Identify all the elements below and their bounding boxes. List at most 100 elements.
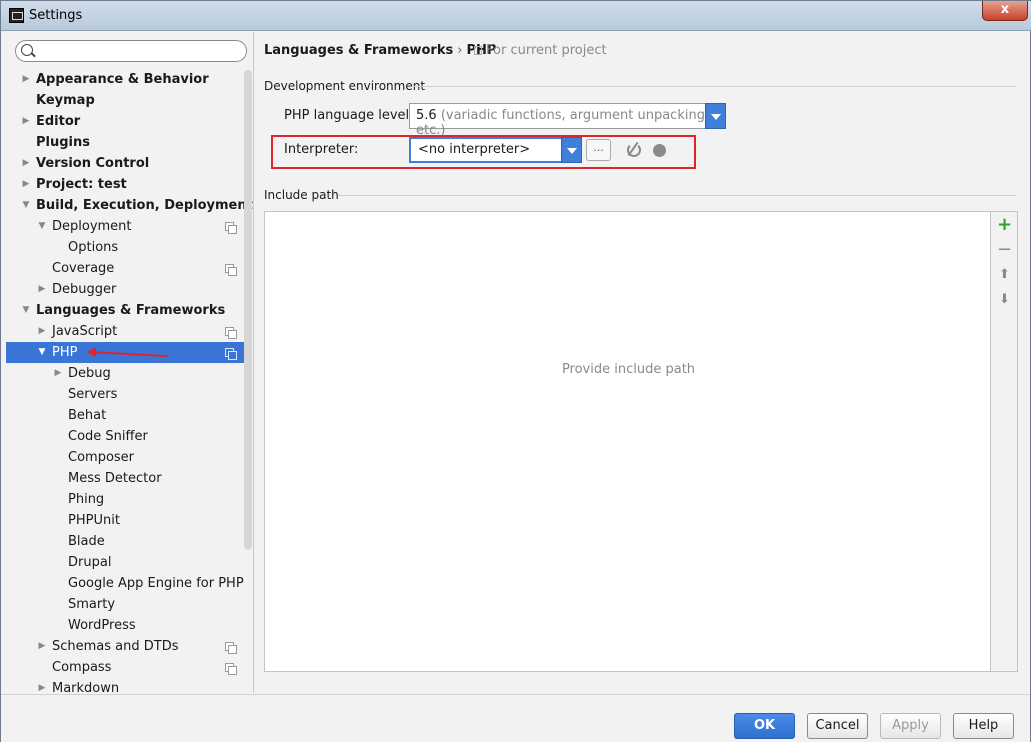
title-bar: Settings x (1, 1, 1031, 31)
apply-button[interactable]: Apply (880, 713, 941, 739)
remove-icon[interactable]: − (991, 239, 1018, 261)
red-pointer-arrow-icon (89, 351, 168, 358)
expand-down-icon[interactable]: ▼ (20, 195, 32, 216)
sidebar-item-label: Servers (68, 387, 118, 402)
interpreter-select[interactable]: <no interpreter> (409, 137, 582, 163)
expand-down-icon[interactable]: ▼ (20, 300, 32, 321)
interpreter-value: <no interpreter> (418, 142, 531, 157)
sidebar-item-servers[interactable]: Servers (6, 384, 244, 405)
project-scope-icon (225, 222, 237, 234)
sidebar-item-version-control[interactable]: ▶ Version Control (6, 153, 244, 174)
settings-tree: ▶ Appearance & Behavior Keymap ▶ Editor Plugi… (6, 69, 253, 693)
sidebar-item-label: Project: test (36, 177, 127, 192)
search-box[interactable] (15, 40, 247, 62)
sidebar-item-label: Coverage (52, 261, 115, 276)
sidebar-item-label: Appearance & Behavior (36, 72, 209, 87)
project-scope-icon (474, 46, 482, 55)
include-path-empty-text: Provide include path (561, 362, 696, 377)
sidebar-item-label: Composer (68, 450, 135, 465)
include-path-list[interactable]: Provide include path (264, 211, 991, 672)
dialog-footer: OK Cancel Apply Help (1, 694, 1030, 742)
app-icon (9, 8, 24, 23)
sidebar-item-behat[interactable]: Behat (6, 405, 244, 426)
sidebar-item-markdown[interactable]: ▶ Markdown (6, 678, 244, 693)
sidebar-item-appearance-behavior[interactable]: ▶ Appearance & Behavior (6, 69, 244, 90)
sidebar-item-mess-detector[interactable]: Mess Detector (6, 468, 244, 489)
sidebar-item-code-sniffer[interactable]: Code Sniffer (6, 426, 244, 447)
sidebar-item-label: Markdown (52, 681, 120, 693)
sidebar-item-debugger[interactable]: ▶ Debugger (6, 279, 244, 300)
sidebar-item-schemas-and-dtds[interactable]: ▶ Schemas and DTDs (6, 636, 244, 657)
sidebar-item-editor[interactable]: ▶ Editor (6, 111, 244, 132)
sidebar-item-phpunit[interactable]: PHPUnit (6, 510, 244, 531)
sidebar-item-phing[interactable]: Phing (6, 489, 244, 510)
sidebar-item-coverage[interactable]: Coverage (6, 258, 244, 279)
sidebar-item-javascript[interactable]: ▶ JavaScript (6, 321, 244, 342)
breadcrumb-parent: Languages & Frameworks (264, 43, 454, 58)
chevron-down-icon[interactable] (705, 103, 726, 129)
project-scope-icon (225, 642, 237, 654)
sidebar-item-smarty[interactable]: Smarty (6, 594, 244, 615)
sidebar-item-deployment[interactable]: ▼ Deployment (6, 216, 244, 237)
cancel-button[interactable]: Cancel (807, 713, 868, 739)
project-scope-icon (225, 663, 237, 675)
sidebar-item-php[interactable]: ▼ PHP (6, 342, 244, 363)
sidebar-scrollbar[interactable] (244, 70, 252, 550)
help-button[interactable]: Help (953, 713, 1014, 739)
sidebar-item-composer[interactable]: Composer (6, 447, 244, 468)
expand-right-icon[interactable]: ▶ (36, 321, 48, 342)
sidebar-item-project-test[interactable]: ▶ Project: test (6, 174, 244, 195)
scope-note: For current project (474, 43, 607, 58)
sidebar-item-plugins[interactable]: Plugins (6, 132, 244, 153)
sidebar-item-label: PHPUnit (68, 513, 120, 528)
add-icon[interactable]: + (991, 214, 1018, 236)
expand-right-icon[interactable]: ▶ (36, 678, 48, 693)
expand-right-icon[interactable]: ▶ (36, 279, 48, 300)
php-language-level-value: 5.6 (variadic functions, argument unpack… (416, 108, 725, 138)
sidebar-item-label: Smarty (68, 597, 116, 612)
expand-right-icon[interactable]: ▶ (20, 111, 32, 132)
sidebar-item-languages-frameworks[interactable]: ▼ Languages & Frameworks (6, 300, 244, 321)
expand-right-icon[interactable]: ▶ (36, 636, 48, 657)
chevron-down-icon[interactable] (561, 137, 582, 163)
sidebar-item-blade[interactable]: Blade (6, 531, 244, 552)
sidebar-item-options[interactable]: Options (6, 237, 244, 258)
browse-interpreter-button[interactable]: ... (586, 139, 611, 161)
sidebar-item-label: Version Control (36, 156, 150, 171)
sidebar-item-label: Editor (36, 114, 81, 129)
sidebar-item-label: JavaScript (52, 324, 118, 339)
sidebar-item-label: Build, Execution, Deployment (36, 198, 253, 213)
sidebar-item-build-execution-deployment[interactable]: ▼ Build, Execution, Deployment (6, 195, 253, 216)
sidebar-item-label: PHP (52, 345, 78, 360)
ok-button[interactable]: OK (734, 713, 795, 739)
php-settings-panel: Languages & Frameworks › PHP For current p… (254, 32, 1031, 693)
php-language-level-select[interactable]: 5.6 (variadic functions, argument unpack… (409, 103, 726, 138)
info-icon[interactable] (653, 144, 666, 157)
move-down-icon[interactable]: ⬇ (991, 289, 1018, 311)
sidebar-item-debug[interactable]: ▶ Debug (6, 363, 244, 384)
include-path-title: Include path (264, 188, 339, 202)
expand-right-icon[interactable]: ▶ (20, 69, 32, 90)
move-up-icon[interactable]: ⬆ (991, 264, 1018, 286)
sidebar-item-compass[interactable]: Compass (6, 657, 244, 678)
close-button[interactable]: x (982, 1, 1028, 21)
breadcrumb-separator: › (457, 43, 463, 58)
sidebar-item-label: Keymap (36, 93, 95, 108)
sidebar-item-keymap[interactable]: Keymap (6, 90, 244, 111)
dev-env-divider (414, 86, 1016, 87)
sidebar-item-label: WordPress (68, 618, 136, 633)
expand-right-icon[interactable]: ▶ (20, 174, 32, 195)
expand-right-icon[interactable]: ▶ (52, 363, 64, 384)
sidebar-item-label: Behat (68, 408, 107, 423)
sidebar-item-wordpress[interactable]: WordPress (6, 615, 244, 636)
sidebar-item-label: Compass (52, 660, 112, 675)
reload-icon[interactable] (627, 143, 641, 157)
sidebar-item-google-app-engine-for-php[interactable]: Google App Engine for PHP (6, 573, 244, 594)
search-input[interactable] (38, 43, 238, 59)
expand-down-icon[interactable]: ▼ (36, 216, 48, 237)
expand-right-icon[interactable]: ▶ (20, 153, 32, 174)
sidebar-item-drupal[interactable]: Drupal (6, 552, 244, 573)
expand-down-icon[interactable]: ▼ (36, 342, 48, 363)
sidebar-item-label: Debugger (52, 282, 117, 297)
scope-note-label: For current project (486, 43, 607, 58)
